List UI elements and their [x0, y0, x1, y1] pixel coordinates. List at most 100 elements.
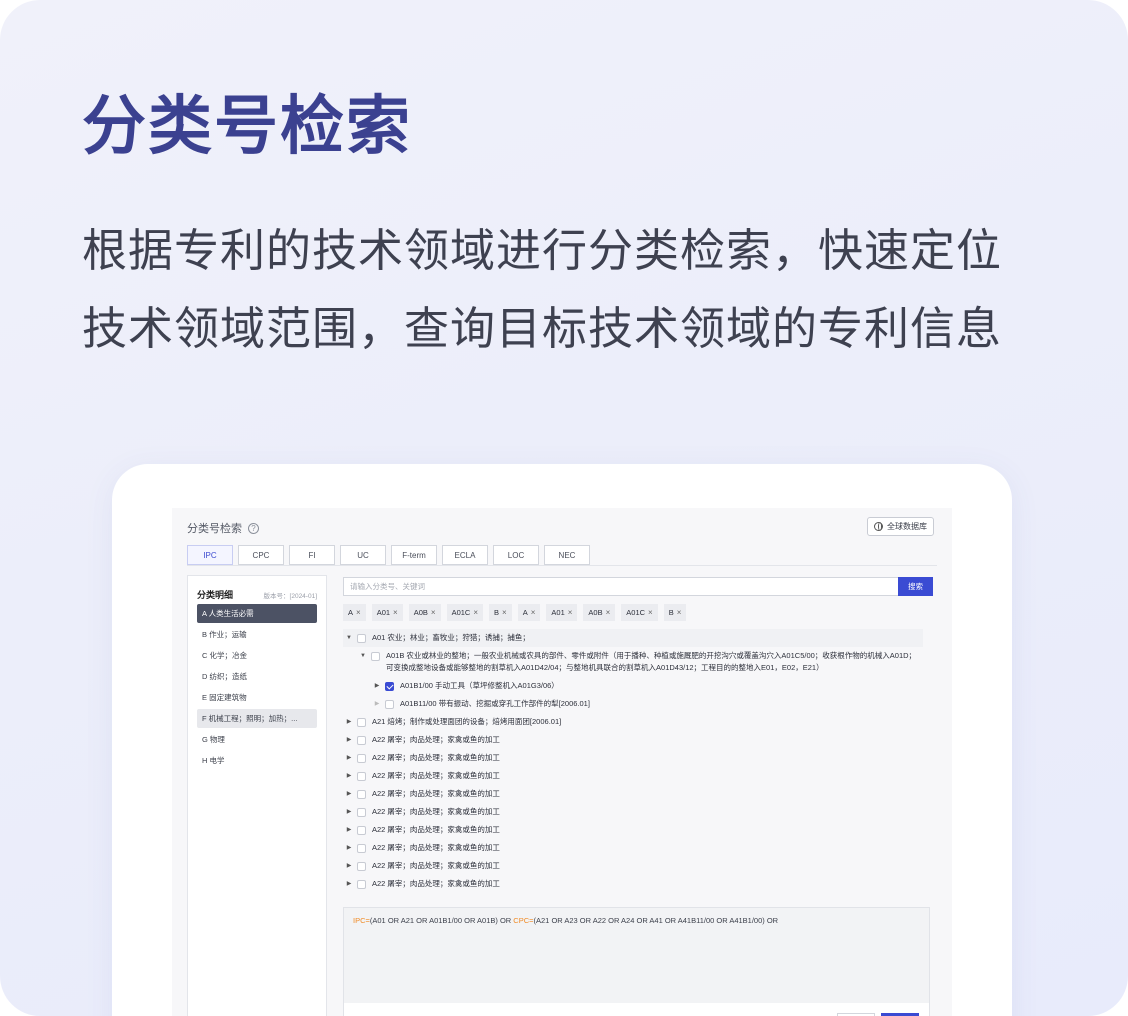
close-icon[interactable]: ×: [393, 608, 398, 617]
app-header: 分类号检索 ?: [187, 520, 259, 536]
row-checkbox[interactable]: [357, 789, 366, 799]
filter-chip[interactable]: A ×: [517, 604, 541, 621]
filter-chip[interactable]: A0B ×: [408, 604, 441, 621]
close-icon[interactable]: ×: [677, 608, 682, 617]
close-icon[interactable]: ×: [431, 608, 436, 617]
ipc-expression: (A01 OR A21 OR A01B1/00 OR A01B) OR: [369, 916, 514, 925]
tree-row[interactable]: ▶ A22 屠宰；肉品处理；家禽或鱼的加工: [343, 821, 923, 839]
row-checkbox[interactable]: [371, 651, 380, 661]
filter-chip[interactable]: A01C ×: [446, 604, 484, 621]
row-checkbox[interactable]: [385, 699, 394, 709]
tree-row[interactable]: ▶ A22 屠宰；肉品处理；家禽或鱼的加工: [343, 749, 923, 767]
row-checkbox[interactable]: [357, 879, 366, 889]
hero-desc-line-2: 技术领域范围，查询目标技术领域的专利信息: [82, 303, 1003, 354]
filter-chip[interactable]: A01C ×: [621, 604, 658, 621]
search-input[interactable]: [343, 577, 898, 596]
tree-row-label: A01B 农业或林业的整地；一般农业机械或农具的部件、零件或附件（用于播种、种植…: [386, 651, 917, 672]
close-icon[interactable]: ×: [648, 608, 653, 617]
tree-row[interactable]: ▶ A22 屠宰；肉品处理；家禽或鱼的加工: [343, 803, 923, 821]
row-checkbox[interactable]: [357, 735, 366, 745]
caret-right-icon[interactable]: ▶: [343, 788, 355, 800]
tree-row-label: A22 屠宰；肉品处理；家禽或鱼的加工: [372, 807, 500, 816]
tree-row[interactable]: ▶ A22 屠宰；肉品处理；家禽或鱼的加工: [343, 875, 923, 893]
row-checkbox[interactable]: [357, 807, 366, 817]
caret-right-icon[interactable]: ▶: [343, 878, 355, 890]
caret-right-icon[interactable]: ▶: [343, 860, 355, 872]
row-checkbox[interactable]: [357, 717, 366, 727]
sidebar-item-a[interactable]: A 人类生活必需: [197, 604, 317, 623]
filter-chip[interactable]: A01 ×: [371, 604, 403, 621]
tree-row[interactable]: ▶ A22 屠宰；肉品处理；家禽或鱼的加工: [343, 839, 923, 857]
tree-row-label: A22 屠宰；肉品处理；家禽或鱼的加工: [372, 825, 500, 834]
sidebar-title: 分类明细: [197, 590, 234, 600]
tree-row[interactable]: ▶ A01B11/00 带有振动、挖掘或穿孔工作部件的犁[2006.01]: [343, 695, 923, 713]
tree-row[interactable]: ▼ A01B 农业或林业的整地；一般农业机械或农具的部件、零件或附件（用于播种、种…: [343, 647, 923, 677]
chip-label: A0B: [588, 608, 603, 617]
tab-nec[interactable]: NEC: [544, 545, 590, 565]
tab-cpc[interactable]: CPC: [238, 545, 284, 565]
caret-right-icon[interactable]: ▶: [343, 806, 355, 818]
close-icon[interactable]: ×: [531, 608, 536, 617]
row-checkbox[interactable]: [357, 753, 366, 763]
tab-uc[interactable]: UC: [340, 545, 386, 565]
help-icon[interactable]: ?: [248, 522, 259, 534]
tree-row[interactable]: ▼ A01 农业；林业；畜牧业；狩猎；诱捕；捕鱼；: [343, 629, 923, 647]
tree-row-label: A22 屠宰；肉品处理；家禽或鱼的加工: [372, 771, 500, 780]
close-icon[interactable]: ×: [473, 608, 478, 617]
filter-chip[interactable]: A01 ×: [546, 604, 578, 621]
promo-background: 分类号检索 根据专利的技术领域进行分类检索，快速定位 技术领域范围，查询目标技术…: [0, 0, 1128, 1016]
search-button[interactable]: 搜索: [898, 577, 933, 596]
caret-right-icon[interactable]: ▶: [343, 824, 355, 836]
tab-ecla[interactable]: ECLA: [442, 545, 488, 565]
filter-chip[interactable]: A ×: [343, 604, 366, 621]
tab-f-term[interactable]: F-term: [391, 545, 437, 565]
filter-chip[interactable]: B ×: [663, 604, 687, 621]
row-checkbox[interactable]: [357, 843, 366, 853]
filter-chip[interactable]: B ×: [489, 604, 512, 621]
tree-row-label: A22 屠宰；肉品处理；家禽或鱼的加工: [372, 843, 500, 852]
caret-right-icon[interactable]: ▶: [343, 734, 355, 746]
row-checkbox[interactable]: [385, 681, 394, 691]
tree-row[interactable]: ▶ A22 屠宰；肉品处理；家禽或鱼的加工: [343, 785, 923, 803]
caret-down-icon[interactable]: ▼: [343, 632, 355, 644]
sidebar-item-h[interactable]: H 电学: [197, 751, 317, 770]
tree-row-label: A22 屠宰；肉品处理；家禽或鱼的加工: [372, 735, 500, 744]
tab-ipc[interactable]: IPC: [187, 545, 233, 565]
caret-down-icon[interactable]: ▼: [357, 650, 369, 662]
caret-right-icon[interactable]: ▶: [343, 752, 355, 764]
caret-right-icon[interactable]: ▶: [343, 770, 355, 782]
sidebar-item-e[interactable]: E 固定建筑物: [197, 688, 317, 707]
caret-right-icon[interactable]: ▶: [343, 716, 355, 728]
tab-fi[interactable]: FI: [289, 545, 335, 565]
close-icon[interactable]: ×: [502, 608, 507, 617]
close-icon[interactable]: ×: [606, 608, 611, 617]
row-checkbox[interactable]: [357, 633, 366, 643]
tab-loc[interactable]: LOC: [493, 545, 539, 565]
sidebar: 分类明细 版本号：[2024-01] A 人类生活必需 B 作业；运输 C 化学；冶…: [187, 575, 327, 1016]
row-checkbox[interactable]: [357, 771, 366, 781]
tree-row[interactable]: ▶ A21 焙烤；制作或处理面团的设备；焙烤用面团[2006.01]: [343, 713, 923, 731]
sidebar-item-b[interactable]: B 作业；运输: [197, 625, 317, 644]
sidebar-item-g[interactable]: G 物理: [197, 730, 317, 749]
filter-chip[interactable]: A0B ×: [583, 604, 616, 621]
global-database-button[interactable]: 全球数据库: [867, 517, 934, 536]
tree-row[interactable]: ▶ A01B1/00 手动工具（草坪修整机入A01G3/06）: [343, 677, 923, 695]
row-checkbox[interactable]: [357, 825, 366, 835]
caret-right-icon[interactable]: ▶: [371, 698, 383, 710]
version-label: 版本号：[2024-01]: [263, 593, 317, 600]
classification-tree: ▼ A01 农业；林业；畜牧业；狩猎；诱捕；捕鱼； ▼ A01B 农业或林业的整地；一…: [343, 629, 923, 893]
row-checkbox[interactable]: [357, 861, 366, 871]
caret-right-icon[interactable]: ▶: [343, 842, 355, 854]
sidebar-item-d[interactable]: D 纺织；造纸: [197, 667, 317, 686]
tree-row[interactable]: ▶ A22 屠宰；肉品处理；家禽或鱼的加工: [343, 857, 923, 875]
expression-box[interactable]: IPC=(A01 OR A21 OR A01B1/00 OR A01B) OR …: [343, 907, 930, 1016]
expression-footer: [343, 1003, 930, 1016]
tree-row[interactable]: ▶ A22 屠宰；肉品处理；家禽或鱼的加工: [343, 767, 923, 785]
close-icon[interactable]: ×: [356, 608, 361, 617]
close-icon[interactable]: ×: [568, 608, 573, 617]
chip-label: A01C: [451, 608, 471, 617]
sidebar-item-f[interactable]: F 机械工程；照明；加热；...: [197, 709, 317, 728]
tree-row[interactable]: ▶ A22 屠宰；肉品处理；家禽或鱼的加工: [343, 731, 923, 749]
sidebar-item-c[interactable]: C 化学；冶金: [197, 646, 317, 665]
caret-right-icon[interactable]: ▶: [371, 680, 383, 692]
